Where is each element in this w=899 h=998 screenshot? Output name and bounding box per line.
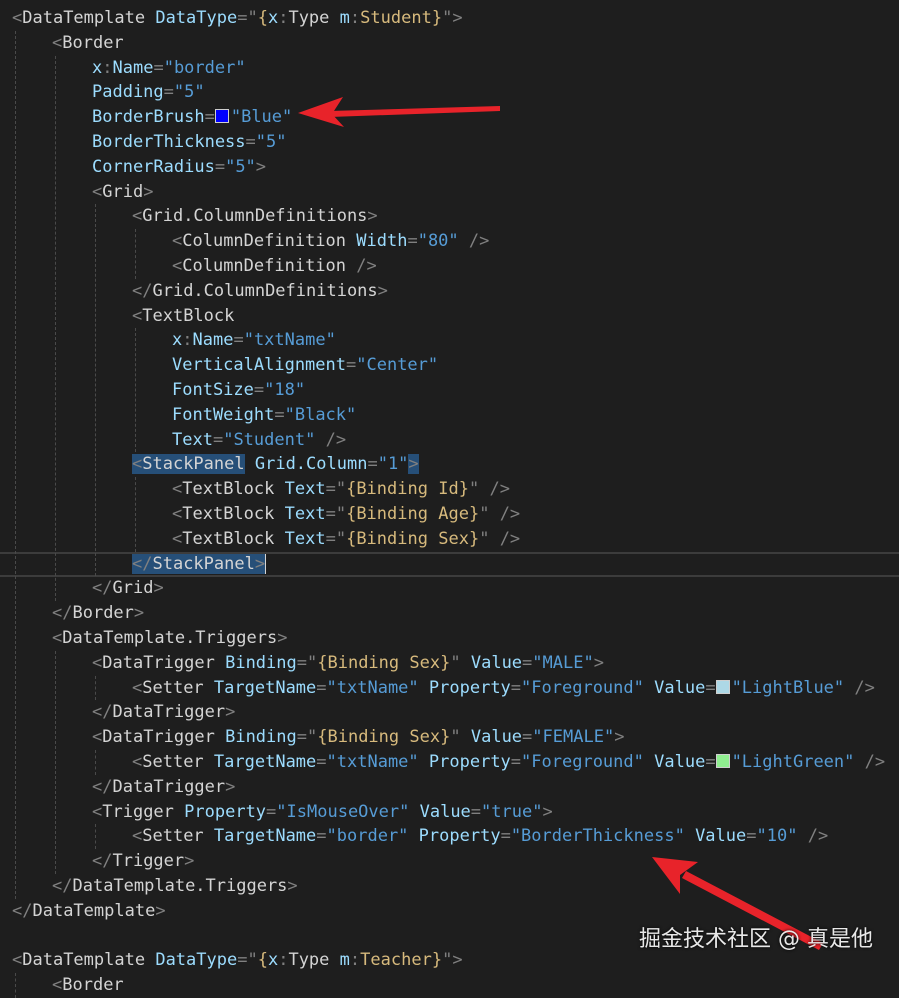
watermark: 掘金技术社区 @ 真是他 [639,927,873,952]
arrow-top-shaft [329,106,500,117]
annotation-arrows [298,97,823,950]
arrow-to-borderbrush [298,97,500,127]
